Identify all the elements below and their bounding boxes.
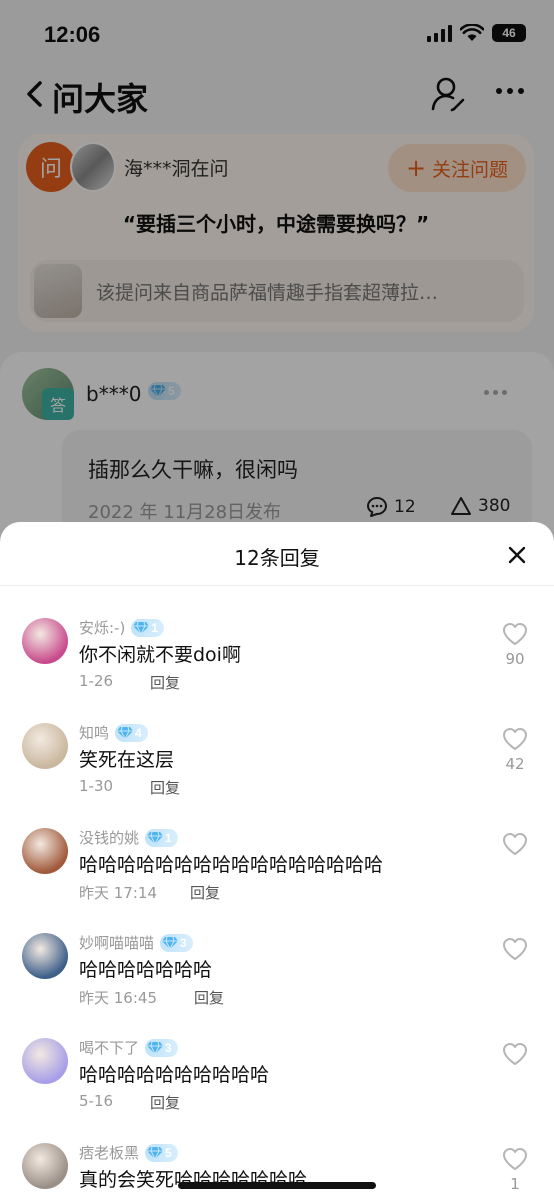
heart-icon[interactable] <box>502 622 528 646</box>
reply-avatar[interactable] <box>22 723 68 769</box>
reply-time: 5-16 <box>79 1092 114 1110</box>
reply-item: 妙啊喵喵喵 3 哈哈哈哈哈哈哈 昨天 16:45 回复 <box>0 929 554 1029</box>
reply-button[interactable]: 回复 <box>150 777 180 798</box>
reply-avatar[interactable] <box>22 1038 68 1084</box>
reply-avatar[interactable] <box>22 618 68 664</box>
reply-item: 痞老板黑 5 真的会笑死哈哈哈哈哈哈哈 1-22 回复 1 <box>0 1139 554 1200</box>
reply-item: 没钱的姚 1 哈哈哈哈哈哈哈哈哈哈哈哈哈哈哈哈 昨天 17:14 回复 <box>0 824 554 924</box>
level-number: 1 <box>151 620 159 635</box>
diamond-icon <box>133 621 150 635</box>
reply-like-count: 1 <box>510 1175 520 1193</box>
heart-icon[interactable] <box>502 1147 528 1171</box>
reply-name-row: 妙啊喵喵喵 3 <box>79 932 193 953</box>
reply-time: 1-30 <box>79 777 114 795</box>
reply-avatar[interactable] <box>22 933 68 979</box>
reply-button[interactable]: 回复 <box>150 1092 180 1113</box>
level-number: 1 <box>165 830 172 845</box>
reply-like-count: 42 <box>505 755 525 773</box>
reply-button[interactable]: 回复 <box>150 672 180 693</box>
reply-item: 安烁:-) 1 你不闲就不要doi啊 1-26 回复 90 <box>0 614 554 714</box>
reply-name-row: 喝不下了 3 <box>79 1037 178 1058</box>
reply-avatar[interactable] <box>22 828 68 874</box>
diamond-icon <box>162 936 179 950</box>
reply-time: 昨天 17:14 <box>79 884 157 902</box>
reply-username[interactable]: 知鸣 <box>79 722 109 743</box>
reply-time: 1-26 <box>79 672 114 690</box>
level-number: 5 <box>165 1145 172 1160</box>
reply-avatar[interactable] <box>22 1143 68 1189</box>
level-badge: 1 <box>145 828 178 847</box>
sheet-title: 12条回复 <box>234 546 320 570</box>
diamond-icon <box>147 1041 164 1055</box>
replies-sheet: 12条回复 安烁:-) 1 你不闲就不要doi啊 1-26 回复 90 知鸣 4… <box>0 522 554 1200</box>
reply-username[interactable]: 安烁:-) <box>79 617 125 638</box>
reply-name-row: 没钱的姚 1 <box>79 827 178 848</box>
reply-time: 昨天 16:45 <box>79 989 157 1007</box>
reply-username[interactable]: 喝不下了 <box>79 1037 139 1058</box>
sheet-header: 12条回复 <box>0 522 554 586</box>
level-number: 3 <box>180 935 187 950</box>
reply-text: 你不闲就不要doi啊 <box>79 644 241 666</box>
home-indicator[interactable] <box>178 1182 376 1189</box>
reply-username[interactable]: 没钱的姚 <box>79 827 139 848</box>
diamond-icon <box>117 726 134 740</box>
diamond-icon <box>147 831 164 845</box>
level-badge: 3 <box>145 1038 178 1057</box>
reply-name-row: 知鸣 4 <box>79 722 148 743</box>
reply-text: 哈哈哈哈哈哈哈 <box>79 959 213 981</box>
reply-text: 哈哈哈哈哈哈哈哈哈哈 <box>79 1064 270 1086</box>
level-badge: 1 <box>131 618 165 637</box>
level-badge: 3 <box>160 933 193 952</box>
heart-icon[interactable] <box>502 727 528 751</box>
heart-icon[interactable] <box>502 832 528 856</box>
level-number: 4 <box>135 725 142 740</box>
reply-name-row: 安烁:-) 1 <box>79 617 165 638</box>
level-number: 3 <box>165 1040 172 1055</box>
reply-text: 笑死在这层 <box>79 749 175 771</box>
close-icon[interactable] <box>506 544 528 566</box>
reply-username[interactable]: 痞老板黑 <box>79 1142 139 1163</box>
diamond-icon <box>147 1146 164 1160</box>
heart-icon[interactable] <box>502 1042 528 1066</box>
reply-like-count: 90 <box>505 650 525 668</box>
level-badge: 5 <box>145 1143 178 1162</box>
reply-button[interactable]: 回复 <box>194 987 224 1008</box>
reply-text: 哈哈哈哈哈哈哈哈哈哈哈哈哈哈哈哈 <box>79 854 384 876</box>
heart-icon[interactable] <box>502 937 528 961</box>
reply-item: 喝不下了 3 哈哈哈哈哈哈哈哈哈哈 5-16 回复 <box>0 1034 554 1134</box>
level-badge: 4 <box>115 723 148 742</box>
reply-username[interactable]: 妙啊喵喵喵 <box>79 932 154 953</box>
reply-item: 知鸣 4 笑死在这层 1-30 回复 42 <box>0 719 554 819</box>
reply-button[interactable]: 回复 <box>190 882 220 903</box>
reply-name-row: 痞老板黑 5 <box>79 1142 178 1163</box>
